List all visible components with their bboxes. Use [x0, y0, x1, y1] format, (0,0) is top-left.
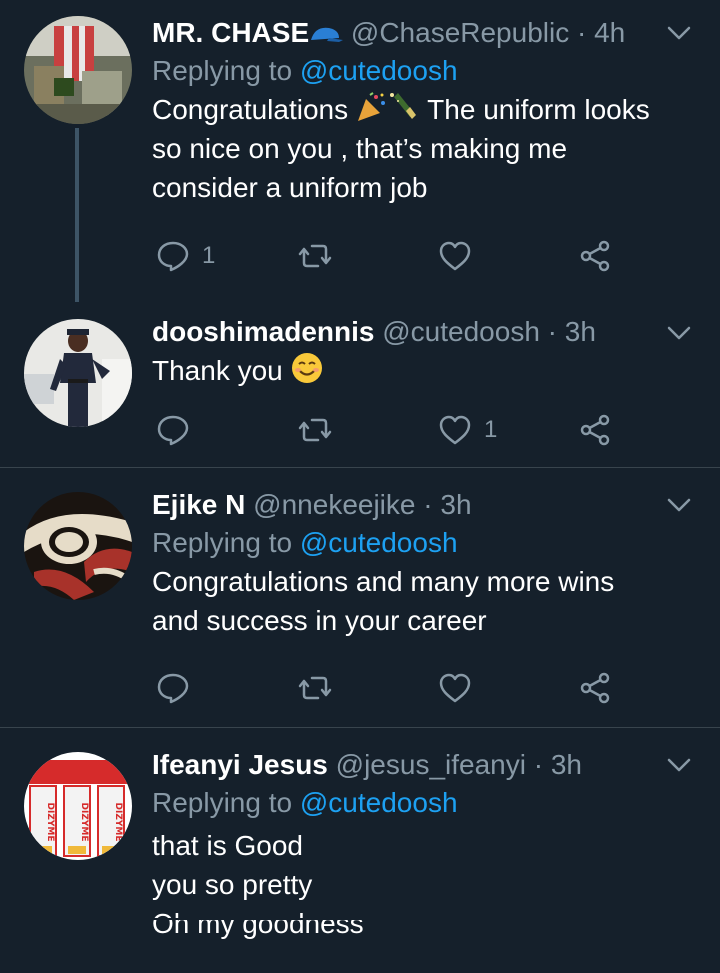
- share-icon: [580, 414, 610, 446]
- party-popper-emoji: [357, 92, 385, 121]
- tweet-content: Ejike N @nnekeejike · 3h Replying to @cu…: [152, 486, 700, 640]
- replying-prefix: Replying to: [152, 527, 300, 558]
- tweet-text: Congratulations The uniform looks so nic…: [152, 90, 700, 207]
- avatar[interactable]: [24, 319, 132, 427]
- timestamp[interactable]: 3h: [440, 489, 471, 520]
- separator: ·: [577, 17, 587, 48]
- avatar-brand-3: DIZYME: [113, 803, 123, 842]
- retweet-button[interactable]: [298, 410, 344, 450]
- tweet-header: Ifeanyi Jesus @jesus_ifeanyi · 3h: [152, 746, 700, 784]
- tweet-text-main: Thank you: [152, 355, 283, 386]
- retweet-icon: [298, 676, 332, 700]
- separator: ·: [547, 316, 557, 347]
- separator: ·: [533, 749, 544, 780]
- like-button[interactable]: 1: [438, 410, 497, 450]
- blue-cap-emoji: [311, 27, 344, 42]
- chevron-down-icon[interactable]: [666, 320, 692, 346]
- reply-button[interactable]: [156, 668, 202, 708]
- avatar[interactable]: [24, 16, 132, 124]
- retweet-icon: [298, 244, 332, 268]
- avatar-brand-1: DIZYME: [45, 803, 55, 842]
- tweet-actions: 1: [152, 410, 632, 450]
- tweet-content: dooshimadennis @cutedoosh · 3h Thank you: [152, 313, 700, 390]
- chevron-down-icon[interactable]: [666, 752, 692, 778]
- user-handle[interactable]: @ChaseRepublic: [351, 17, 569, 48]
- tweet-2[interactable]: dooshimadennis @cutedoosh · 3h Thank you…: [0, 302, 720, 468]
- tweet-text-part1: Congratulations: [152, 94, 356, 125]
- timestamp[interactable]: 3h: [565, 316, 596, 347]
- tweet-text: that is Good you so pretty Oh my goodnes…: [152, 830, 364, 939]
- retweet-icon: [298, 418, 332, 442]
- share-button[interactable]: [578, 236, 612, 276]
- tweet-3[interactable]: Ejike N @nnekeejike · 3h Replying to @cu…: [0, 468, 720, 728]
- share-icon: [580, 240, 610, 272]
- tweet-header: MR. CHASE @ChaseRepublic · 4h: [152, 14, 700, 52]
- timestamp[interactable]: 3h: [551, 749, 582, 780]
- smiling-face-emoji: [291, 353, 322, 383]
- reply-button[interactable]: 1: [156, 236, 215, 276]
- tweet-4[interactable]: DIZYME DIZYME DIZYME Ifeanyi Jesus @jesu…: [0, 728, 720, 971]
- replying-to: Replying to @cutedoosh: [152, 524, 700, 562]
- mention-link[interactable]: @cutedoosh: [300, 55, 458, 86]
- display-name[interactable]: dooshimadennis: [152, 316, 374, 347]
- user-handle[interactable]: @nnekeejike: [253, 489, 415, 520]
- separator: ·: [423, 489, 433, 520]
- chevron-down-icon[interactable]: [666, 20, 692, 46]
- like-button[interactable]: [438, 668, 484, 708]
- user-handle[interactable]: @cutedoosh: [382, 316, 540, 347]
- share-icon: [580, 672, 610, 704]
- display-name[interactable]: MR. CHASE: [152, 17, 309, 48]
- user-handle[interactable]: @jesus_ifeanyi: [336, 749, 526, 780]
- tweet-text: Congratulations and many more wins and s…: [152, 566, 615, 636]
- tweet-content: MR. CHASE @ChaseRepublic · 4h Replying t…: [152, 14, 700, 207]
- tweet-actions: [152, 668, 632, 708]
- reply-icon: [157, 415, 189, 446]
- replying-to: Replying to @cutedoosh: [152, 52, 700, 90]
- like-button[interactable]: [438, 236, 484, 276]
- mention-link[interactable]: @cutedoosh: [300, 527, 458, 558]
- tweet-text: Thank you: [152, 351, 700, 390]
- display-name[interactable]: Ifeanyi Jesus: [152, 749, 328, 780]
- timestamp[interactable]: 4h: [594, 17, 625, 48]
- avatar-brand-2: DIZYME: [79, 803, 89, 842]
- retweet-button[interactable]: [298, 668, 344, 708]
- thread-line: [75, 128, 79, 302]
- tweet-content: Ifeanyi Jesus @jesus_ifeanyi · 3h Replyi…: [152, 746, 700, 943]
- share-button[interactable]: [578, 410, 612, 450]
- tweet-1[interactable]: MR. CHASE @ChaseRepublic · 4h Replying t…: [0, 0, 720, 302]
- tweet-header: dooshimadennis @cutedoosh · 3h: [152, 313, 700, 351]
- heart-icon: [439, 415, 471, 445]
- like-count: 1: [484, 416, 498, 443]
- tweet-header: Ejike N @nnekeejike · 3h: [152, 486, 700, 524]
- tweet-actions: 1: [152, 236, 632, 276]
- retweet-button[interactable]: [298, 236, 344, 276]
- replying-prefix: Replying to: [152, 55, 300, 86]
- champagne-emoji: [389, 93, 416, 119]
- chevron-down-icon[interactable]: [666, 492, 692, 518]
- reply-count: 1: [202, 242, 216, 269]
- avatar[interactable]: DIZYME DIZYME DIZYME: [24, 752, 132, 860]
- reply-button[interactable]: [156, 410, 202, 450]
- display-name[interactable]: Ejike N: [152, 489, 245, 520]
- reply-icon: [157, 241, 189, 272]
- replying-to: Replying to @cutedoosh: [152, 784, 700, 822]
- avatar[interactable]: [24, 492, 132, 600]
- heart-icon: [439, 241, 471, 271]
- share-button[interactable]: [578, 668, 612, 708]
- heart-icon: [439, 673, 471, 703]
- mention-link[interactable]: @cutedoosh: [300, 787, 458, 818]
- reply-icon: [157, 673, 189, 704]
- replying-prefix: Replying to: [152, 787, 300, 818]
- bottom-divider: [152, 918, 720, 920]
